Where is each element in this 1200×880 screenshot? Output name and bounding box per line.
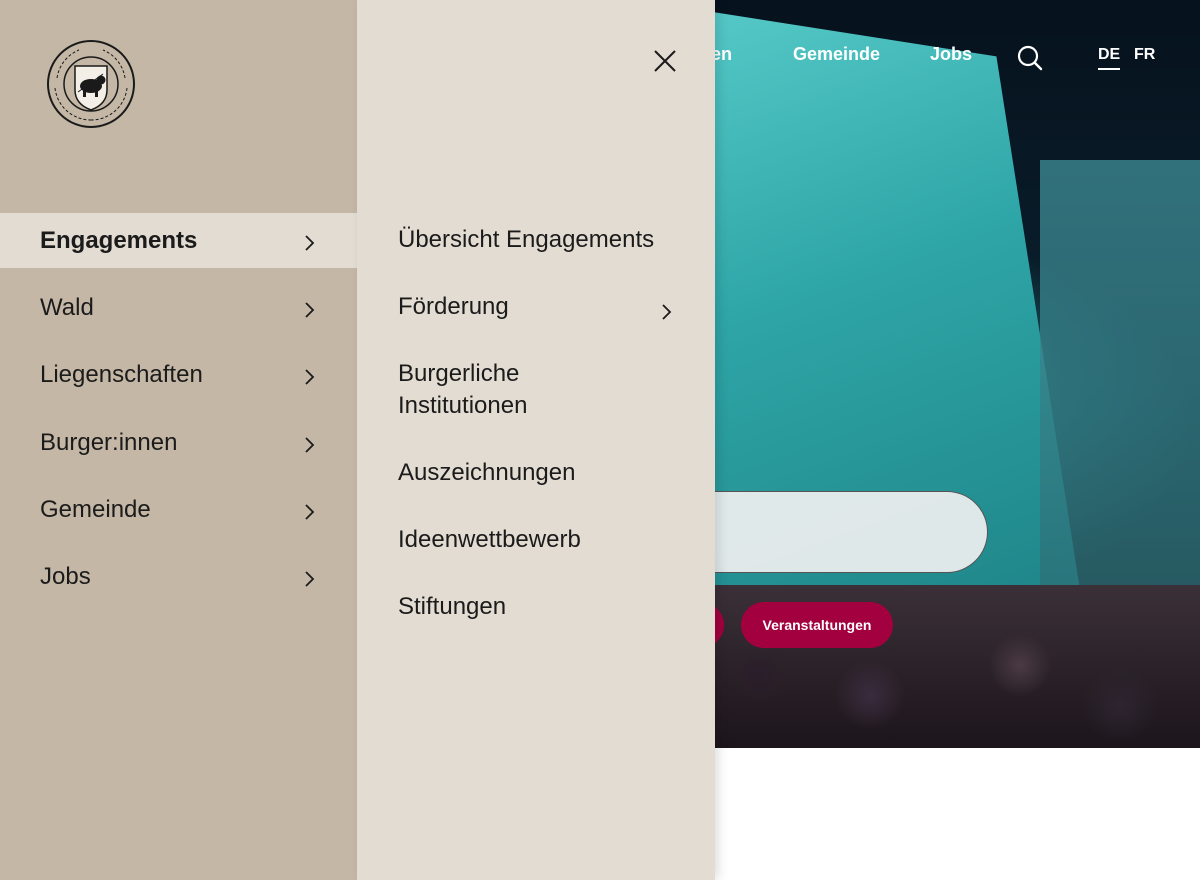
chevron-right-icon [303, 567, 317, 587]
menu-item-engagements[interactable]: Engagements [0, 213, 357, 268]
submenu-item-ideenwettbewerb[interactable]: Ideenwettbewerb [398, 524, 698, 556]
menu-item-wald[interactable]: Wald [0, 280, 357, 335]
language-de[interactable]: DE [1098, 46, 1121, 70]
nav-link-jobs[interactable]: Jobs [930, 44, 972, 65]
submenu-item-uebersicht-engagements[interactable]: Übersicht Engagements [398, 224, 698, 256]
close-icon[interactable] [650, 46, 680, 76]
menu-item-label: Gemeinde [40, 495, 151, 523]
hero-pill-veranstaltungen[interactable]: Veranstaltungen [741, 602, 893, 648]
search-icon[interactable] [1016, 44, 1044, 72]
menu-item-label: Burger:innen [40, 428, 178, 456]
main-menu-panel: Engagements Wald Liegenschaften Burger:i… [0, 0, 357, 880]
menu-item-jobs[interactable]: Jobs [0, 549, 357, 604]
chevron-right-icon [303, 433, 317, 453]
submenu-item-stiftungen[interactable]: Stiftungen [398, 591, 698, 623]
chevron-right-icon [660, 298, 674, 320]
nav-link-gemeinde[interactable]: Gemeinde [793, 44, 880, 65]
submenu-item-label: Förderung [398, 293, 509, 320]
top-navigation: nen Gemeinde Jobs DE FR [700, 40, 1180, 80]
submenu-item-foerderung[interactable]: Förderung [398, 291, 698, 323]
menu-item-liegenschaften[interactable]: Liegenschaften [0, 347, 357, 402]
hero-search-input[interactable] [690, 491, 988, 573]
menu-item-label: Engagements [40, 226, 198, 254]
menu-item-burgerinnen[interactable]: Burger:innen [0, 415, 357, 470]
chevron-right-icon [303, 500, 317, 520]
chevron-right-icon [303, 298, 317, 318]
submenu-item-auszeichnungen[interactable]: Auszeichnungen [398, 457, 698, 489]
hero-building-side [1040, 160, 1200, 600]
chevron-right-icon [303, 231, 317, 251]
bern-bear-seal-icon[interactable] [45, 38, 137, 130]
chevron-right-icon [303, 365, 317, 385]
menu-item-gemeinde[interactable]: Gemeinde [0, 482, 357, 537]
menu-item-label: Liegenschaften [40, 360, 203, 388]
submenu-item-burgerliche-institutionen[interactable]: Burgerliche Institutionen [398, 358, 568, 422]
menu-item-label: Wald [40, 293, 94, 321]
submenu-panel [357, 0, 715, 880]
menu-item-label: Jobs [40, 562, 91, 590]
language-fr[interactable]: FR [1134, 46, 1155, 64]
